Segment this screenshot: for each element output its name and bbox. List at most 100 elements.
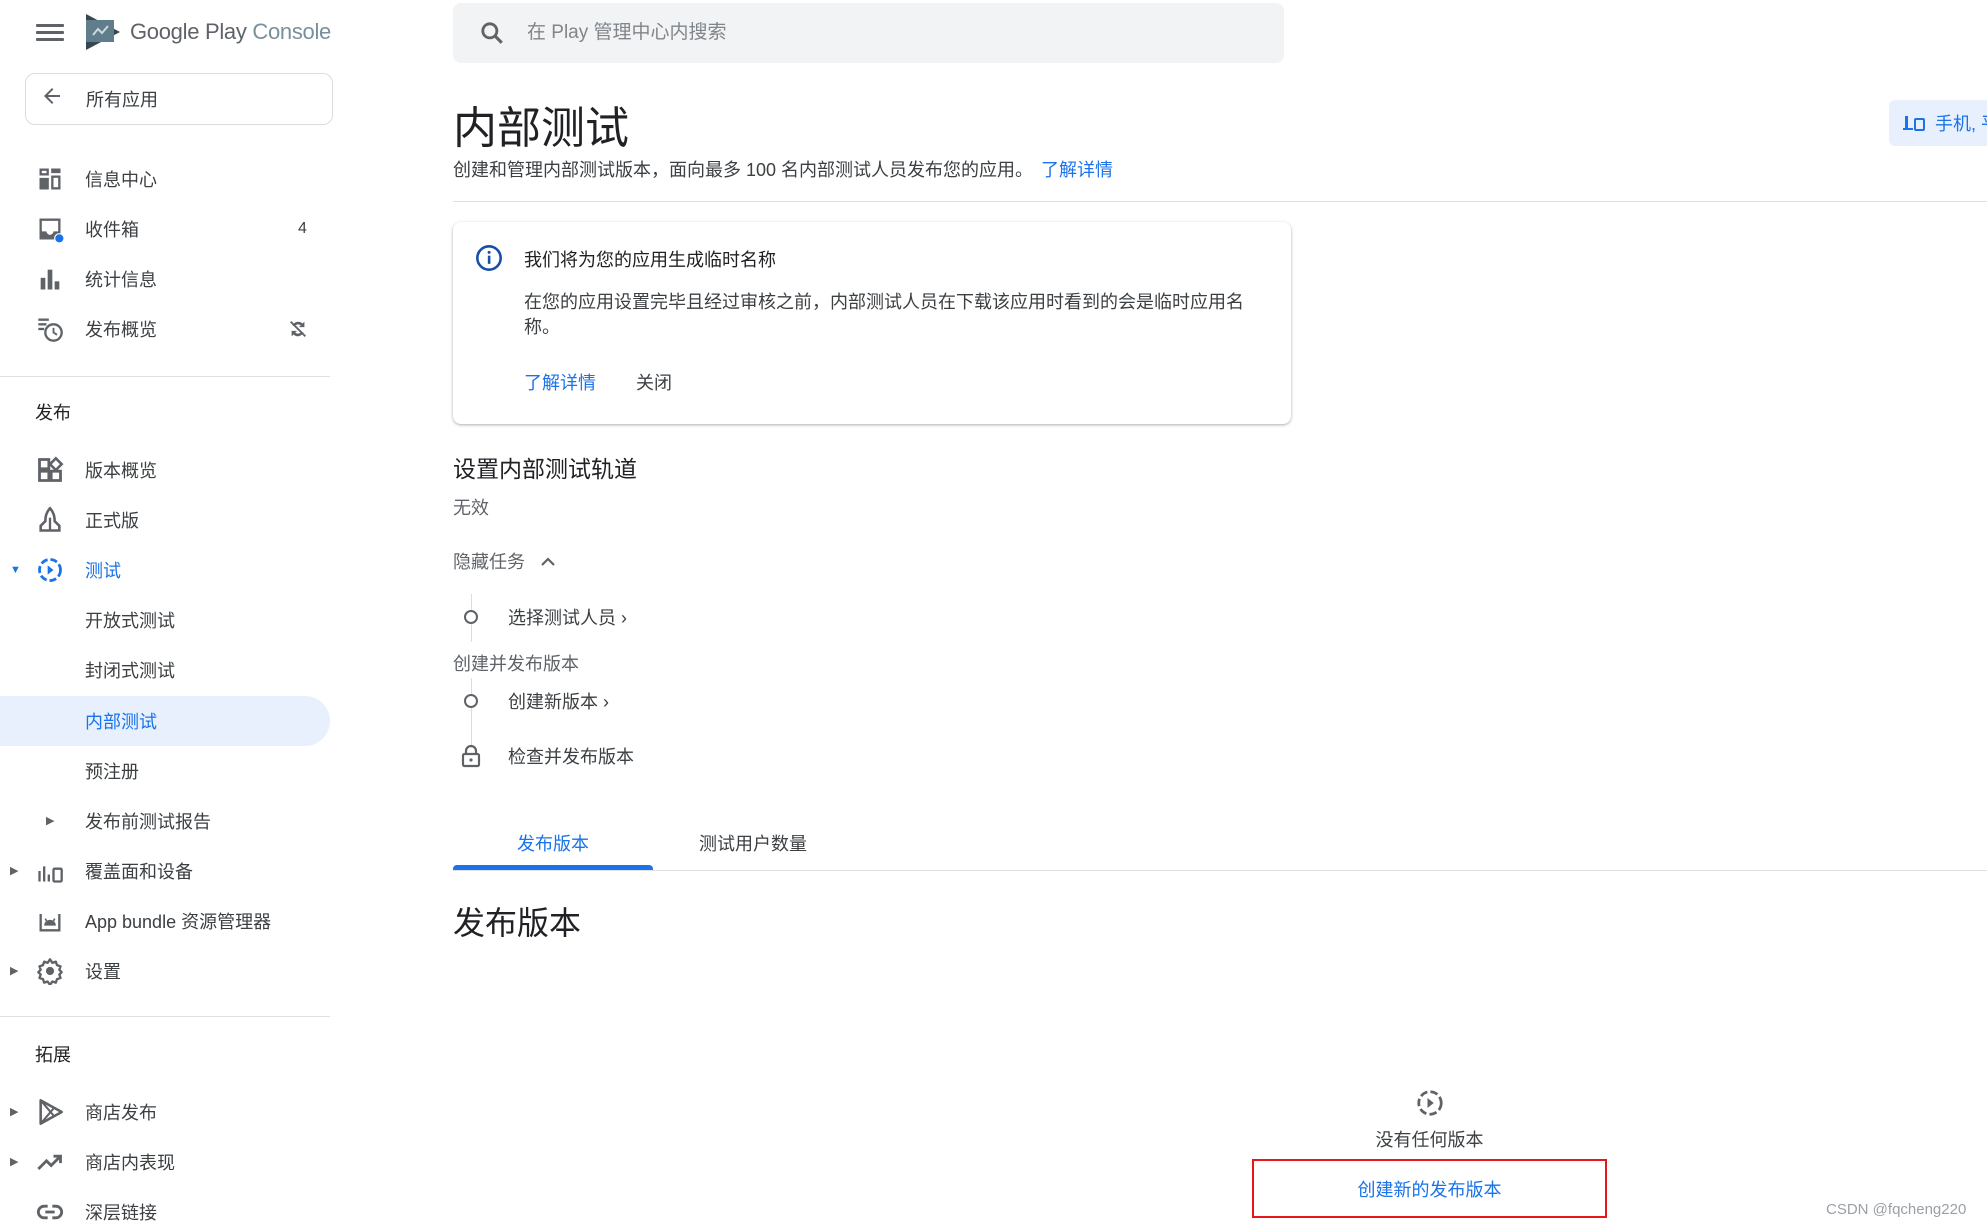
- sidebar-item-label: 信息中心: [85, 170, 157, 190]
- timeline-connector: [471, 678, 472, 748]
- inbox-count-badge: 4: [298, 220, 307, 237]
- temporary-name-notice-card: 我们将为您的应用生成临时名称 在您的应用设置完毕且经过审核之前，内部测试人员在下…: [453, 222, 1291, 424]
- page-subtitle-text: 创建和管理内部测试版本，面向最多 100 名内部测试人员发布您的应用。: [453, 160, 1034, 180]
- sidebar-item-label: 收件箱: [85, 220, 139, 240]
- step-label[interactable]: 创建新版本 ›: [508, 688, 609, 714]
- section-title-grow: 拓展: [35, 1045, 71, 1065]
- production-icon: [36, 506, 64, 534]
- caret-right-icon[interactable]: ▶: [10, 1107, 20, 1118]
- caret-down-icon[interactable]: ▼: [10, 565, 21, 576]
- sidebar-item-reach-devices[interactable]: ▶ 覆盖面和设备: [0, 846, 330, 896]
- search-bar[interactable]: [453, 3, 1284, 63]
- sidebar-item-label: 发布前测试报告: [85, 812, 211, 832]
- sidebar-item-label: 封闭式测试: [85, 661, 175, 681]
- sidebar-item-label: App bundle 资源管理器: [85, 912, 272, 932]
- sidebar-item-label: 设置: [85, 962, 121, 982]
- all-apps-button[interactable]: 所有应用: [25, 73, 333, 125]
- logo-text-google-play: Google Play: [130, 19, 247, 44]
- caret-right-icon[interactable]: ▶: [10, 1157, 20, 1168]
- sidebar-item-publishing-overview[interactable]: 发布概览: [0, 304, 330, 354]
- sidebar-divider: [0, 376, 330, 377]
- step-pending-circle-icon: [464, 694, 478, 708]
- app-bundle-icon: [36, 907, 64, 935]
- sidebar-divider: [0, 1016, 330, 1017]
- sidebar-item-label: 版本概览: [85, 461, 157, 481]
- reach-devices-icon: [36, 857, 64, 885]
- hide-tasks-toggle[interactable]: 隐藏任务: [453, 548, 557, 574]
- hide-tasks-label: 隐藏任务: [453, 552, 525, 572]
- testing-icon: [36, 556, 64, 584]
- hamburger-menu-icon[interactable]: [36, 20, 64, 44]
- tab-tester-count[interactable]: 测试用户数量: [653, 820, 853, 870]
- sidebar-item-open-testing[interactable]: 开放式测试: [0, 595, 330, 645]
- tabs-divider: [453, 870, 1987, 871]
- watermark: CSDN @fqcheng220: [1826, 1201, 1967, 1218]
- all-apps-label: 所有应用: [86, 90, 158, 110]
- caret-right-icon[interactable]: ▶: [46, 816, 56, 827]
- sidebar-item-statistics[interactable]: 统计信息: [0, 254, 330, 304]
- notice-learn-more-button[interactable]: 了解详情: [524, 369, 596, 395]
- sidebar-item-label: 开放式测试: [85, 611, 175, 631]
- sidebar-item-closed-testing[interactable]: 封闭式测试: [0, 645, 330, 695]
- sidebar-item-internal-testing[interactable]: 内部测试: [0, 696, 330, 746]
- search-input[interactable]: [527, 22, 1227, 44]
- sidebar-item-inbox[interactable]: 收件箱 4: [0, 204, 330, 254]
- notice-title: 我们将为您的应用生成临时名称: [524, 250, 776, 270]
- track-setup-title: 设置内部测试轨道: [453, 456, 637, 482]
- step-pending-circle-icon: [464, 610, 478, 624]
- play-console-logo-icon: [86, 14, 120, 50]
- inbox-icon: [36, 215, 64, 243]
- deep-links-icon: [36, 1198, 64, 1226]
- google-play-console-logo[interactable]: Google Play Console: [84, 12, 331, 52]
- sidebar-item-production[interactable]: 正式版: [0, 495, 330, 545]
- sidebar-item-label: 商店内表现: [85, 1153, 175, 1173]
- device-filter-label: 手机, 平: [1934, 114, 1987, 134]
- page-subtitle: 创建和管理内部测试版本，面向最多 100 名内部测试人员发布您的应用。 了解详情: [453, 156, 1113, 182]
- chevron-up-icon: [541, 557, 555, 566]
- sidebar-item-label: 预注册: [85, 762, 139, 782]
- sidebar-item-pre-registration[interactable]: 预注册: [0, 746, 330, 796]
- notice-body: 在您的应用设置完毕且经过审核之前，内部测试人员在下载该应用时看到的会是临时应用名…: [524, 292, 1244, 337]
- empty-state-text: 没有任何版本: [1375, 1130, 1484, 1150]
- sidebar-item-app-bundle-explorer[interactable]: App bundle 资源管理器: [0, 896, 330, 946]
- logo-text-console: Console: [252, 19, 331, 44]
- arrow-back-icon: [40, 84, 66, 114]
- caret-right-icon[interactable]: ▶: [10, 966, 20, 977]
- sidebar-item-label: 深层链接: [85, 1203, 157, 1223]
- sidebar-item-testing[interactable]: ▼ 测试: [0, 545, 330, 595]
- releases-overview-icon: [36, 456, 64, 484]
- caret-right-icon[interactable]: ▶: [10, 866, 20, 877]
- sidebar-item-deep-links[interactable]: 深层链接: [0, 1187, 330, 1229]
- track-status: 无效: [453, 498, 489, 518]
- section-title-release: 发布: [35, 403, 71, 423]
- statistics-icon: [36, 265, 64, 293]
- sidebar-item-dashboard[interactable]: 信息中心: [0, 154, 330, 204]
- notice-close-button[interactable]: 关闭: [636, 369, 672, 395]
- releases-heading: 发布版本: [453, 905, 582, 941]
- sidebar-item-settings[interactable]: ▶ 设置: [0, 946, 330, 996]
- create-new-release-button[interactable]: 创建新的发布版本: [1252, 1159, 1607, 1218]
- sync-disabled-icon: [290, 321, 306, 337]
- settings-icon: [36, 957, 64, 985]
- sidebar-item-label: 覆盖面和设备: [85, 862, 193, 882]
- empty-state: 没有任何版本: [1252, 1088, 1607, 1152]
- sidebar: Google Play Console 所有应用 信息中心 收件箱 4 统计信息…: [0, 0, 333, 1229]
- device-filter-chip[interactable]: 手机, 平: [1889, 100, 1987, 146]
- release-tabs: 发布版本 测试用户数量: [453, 820, 853, 870]
- dashboard-icon: [36, 165, 64, 193]
- sidebar-item-pre-launch-report[interactable]: ▶ 发布前测试报告: [0, 796, 330, 846]
- sidebar-item-label: 内部测试: [85, 712, 157, 732]
- sidebar-item-label: 正式版: [85, 511, 139, 531]
- learn-more-link[interactable]: 了解详情: [1041, 160, 1113, 180]
- sidebar-item-releases-overview[interactable]: 版本概览: [0, 445, 330, 495]
- devices-icon: [1903, 116, 1925, 131]
- publishing-overview-icon: [36, 315, 64, 343]
- testing-track-icon: [1416, 1090, 1443, 1116]
- sidebar-item-label: 统计信息: [85, 270, 157, 290]
- step-label: 检查并发布版本: [508, 747, 634, 767]
- tab-releases[interactable]: 发布版本: [453, 820, 653, 870]
- page-title: 内部测试: [453, 104, 629, 153]
- sidebar-item-store-performance[interactable]: ▶ 商店内表现: [0, 1137, 330, 1187]
- step-label[interactable]: 选择测试人员 ›: [508, 604, 627, 630]
- sidebar-item-store-presence[interactable]: ▶ 商店发布: [0, 1087, 330, 1137]
